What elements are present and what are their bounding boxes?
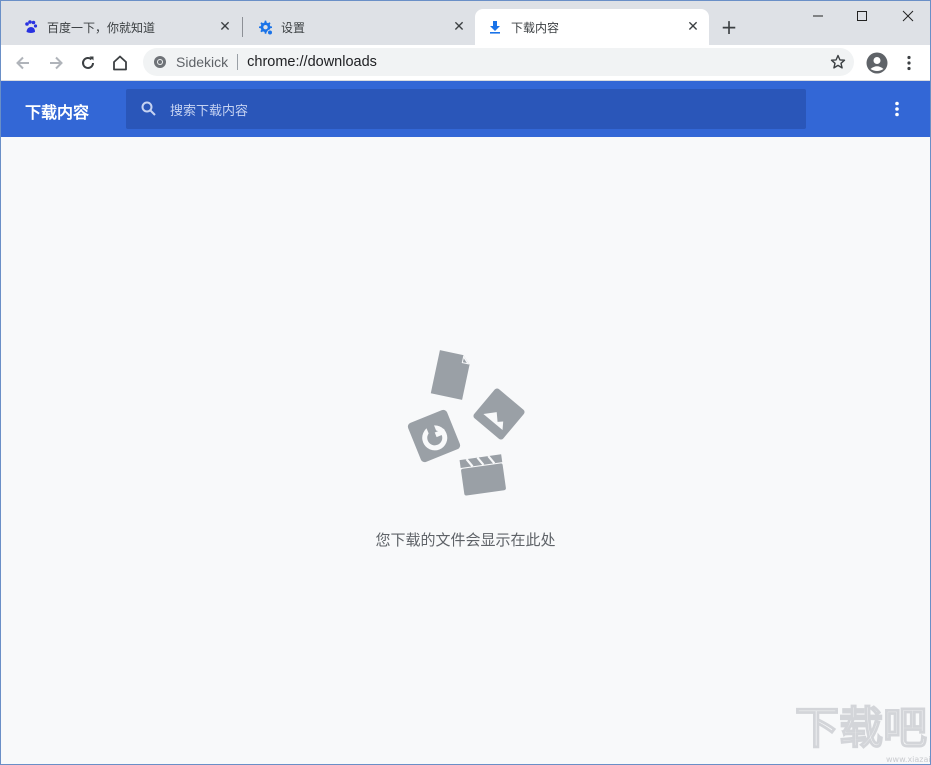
document-icon bbox=[430, 350, 470, 400]
omnibox-divider bbox=[237, 54, 239, 70]
site-watermark: 下载吧 www.xiazaiba.com bbox=[794, 702, 931, 764]
close-tab-icon[interactable]: ✕ bbox=[685, 19, 701, 35]
home-icon bbox=[113, 55, 127, 71]
forward-button[interactable] bbox=[43, 50, 69, 76]
empty-downloads-illustration bbox=[407, 350, 525, 496]
video-clapper-icon bbox=[459, 454, 506, 496]
baidu-paw-icon bbox=[23, 19, 39, 35]
close-tab-icon[interactable]: ✕ bbox=[451, 19, 467, 35]
maximize-button[interactable] bbox=[839, 1, 885, 31]
new-tab-button[interactable]: + bbox=[717, 15, 741, 39]
close-tab-icon[interactable]: ✕ bbox=[217, 19, 233, 35]
chrome-logo-icon bbox=[153, 55, 167, 69]
tab-title: 设置 bbox=[281, 20, 306, 35]
forward-arrow-icon bbox=[50, 56, 63, 70]
more-vert-icon bbox=[895, 101, 899, 117]
search-placeholder[interactable]: 搜索下载内容 bbox=[170, 100, 248, 119]
downloads-header: 下载内容 搜索下载内容 bbox=[1, 81, 930, 137]
browser-toolbar: Sidekick chrome://downloads bbox=[1, 45, 930, 81]
browser-menu-button[interactable] bbox=[896, 50, 922, 76]
downloads-menu-button[interactable] bbox=[887, 97, 907, 121]
tab-downloads[interactable]: 下载内容 ✕ bbox=[475, 9, 709, 45]
tab-settings[interactable]: 设置 ✕ bbox=[237, 9, 475, 45]
tab-title: 下载内容 bbox=[511, 20, 560, 35]
empty-state-message: 您下载的文件会显示在此处 bbox=[375, 531, 556, 549]
account-avatar-icon bbox=[866, 52, 888, 74]
url-text[interactable]: chrome://downloads bbox=[247, 54, 377, 70]
home-button[interactable] bbox=[107, 50, 133, 76]
watermark-url: www.xiazaiba.com bbox=[886, 755, 931, 764]
download-icon bbox=[487, 19, 503, 35]
back-arrow-icon bbox=[16, 56, 29, 70]
search-icon bbox=[141, 101, 156, 116]
address-bar[interactable]: Sidekick chrome://downloads bbox=[143, 48, 854, 76]
page-title: 下载内容 bbox=[25, 103, 90, 122]
gear-icon bbox=[257, 19, 273, 35]
profile-button[interactable] bbox=[864, 50, 890, 76]
browser-window: 百度一下，你就知道 ✕ 设置 ✕ 下载内容 ✕ + Sidekick chrom… bbox=[0, 0, 931, 765]
tab-strip: 百度一下，你就知道 ✕ 设置 ✕ 下载内容 ✕ + bbox=[1, 1, 930, 45]
minimize-button[interactable] bbox=[795, 1, 841, 31]
reload-icon bbox=[82, 56, 94, 69]
search-downloads-field[interactable]: 搜索下载内容 bbox=[126, 89, 806, 129]
tab-baidu[interactable]: 百度一下，你就知道 ✕ bbox=[3, 9, 241, 45]
more-vert-icon bbox=[907, 55, 911, 71]
watermark-text: 下载吧 bbox=[795, 703, 927, 754]
reload-button[interactable] bbox=[75, 50, 101, 76]
close-window-button[interactable] bbox=[885, 1, 930, 31]
tab-title: 百度一下，你就知道 bbox=[47, 20, 156, 35]
site-chip-label: Sidekick bbox=[176, 54, 229, 70]
bookmark-star-icon[interactable] bbox=[830, 54, 846, 70]
image-file-icon bbox=[473, 388, 525, 440]
music-file-icon bbox=[407, 409, 461, 463]
back-button[interactable] bbox=[10, 50, 36, 76]
